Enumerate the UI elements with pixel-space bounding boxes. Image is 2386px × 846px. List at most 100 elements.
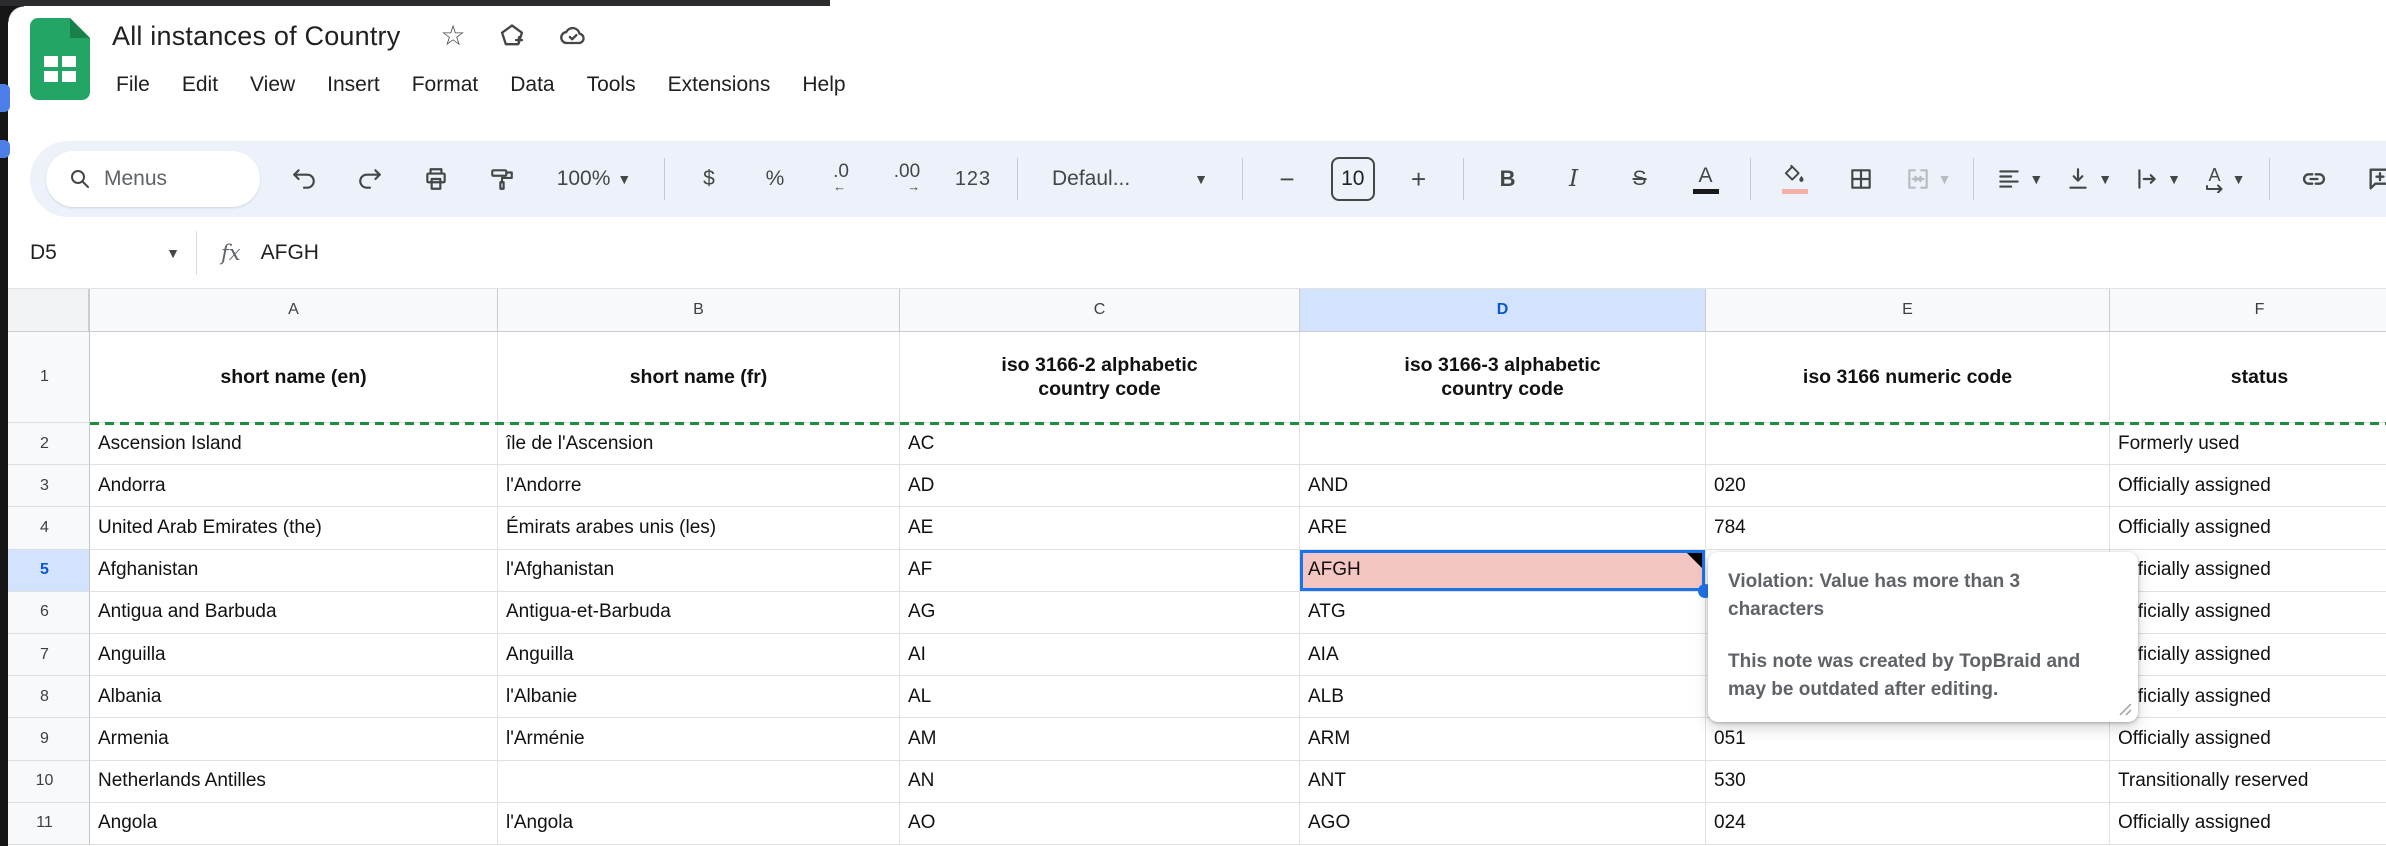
column-header-D[interactable]: D: [1300, 288, 1706, 332]
cell-C9[interactable]: AM: [900, 718, 1300, 761]
cell-E4[interactable]: 784: [1706, 507, 2110, 550]
menu-file[interactable]: File: [100, 68, 166, 102]
column-header-F[interactable]: F: [2110, 288, 2386, 332]
document-title[interactable]: All instances of Country: [112, 21, 400, 52]
cell-E3[interactable]: 020: [1706, 465, 2110, 508]
cell-D8[interactable]: ALB: [1300, 676, 1706, 719]
cell-E9[interactable]: 051: [1706, 718, 2110, 761]
font-size-input[interactable]: 10: [1331, 157, 1375, 201]
zoom-select[interactable]: 100% ▼: [546, 153, 642, 205]
column-header-A[interactable]: A: [90, 288, 498, 332]
cell-B10[interactable]: [498, 760, 900, 803]
row-header-9[interactable]: 9: [0, 718, 90, 761]
row-header-2[interactable]: 2: [0, 423, 90, 466]
cell-A1[interactable]: short name (en): [90, 332, 498, 423]
column-header-B[interactable]: B: [498, 288, 900, 332]
merge-cells-button[interactable]: ▼: [1905, 153, 1951, 205]
menu-edit[interactable]: Edit: [166, 68, 234, 102]
menus-search-button[interactable]: Menus: [46, 151, 260, 207]
cell-A6[interactable]: Antigua and Barbuda: [90, 591, 498, 634]
cell-C1[interactable]: iso 3166-2 alphabetic country code: [900, 332, 1300, 423]
star-icon[interactable]: ☆: [440, 22, 465, 50]
cell-D9[interactable]: ARM: [1300, 718, 1706, 761]
cell-D7[interactable]: AIA: [1300, 633, 1706, 677]
name-box[interactable]: D5 ▼: [30, 241, 180, 265]
increase-font-size-button[interactable]: +: [1397, 153, 1441, 205]
cell-D3[interactable]: AND: [1300, 465, 1706, 508]
cell-F10[interactable]: Transitionally reserved: [2110, 760, 2386, 803]
cell-F9[interactable]: Officially assigned: [2110, 718, 2386, 761]
cell-F5[interactable]: Officially assigned: [2110, 549, 2386, 592]
menu-extensions[interactable]: Extensions: [652, 68, 787, 102]
cell-A2[interactable]: Ascension Island: [90, 423, 498, 466]
horizontal-align-button[interactable]: ▼: [1996, 153, 2043, 205]
row-header-7[interactable]: 7: [0, 633, 90, 677]
cell-D5[interactable]: AFGH: [1300, 549, 1712, 598]
paint-format-button[interactable]: [480, 153, 524, 205]
decrease-decimal-button[interactable]: .0 ←: [819, 153, 863, 205]
cell-A5[interactable]: Afghanistan: [90, 549, 498, 592]
text-rotation-button[interactable]: A ▼: [2203, 153, 2247, 205]
cell-C8[interactable]: AL: [900, 676, 1300, 719]
cell-B9[interactable]: l'Arménie: [498, 718, 900, 761]
text-wrapping-button[interactable]: ▼: [2134, 153, 2181, 205]
cell-D10[interactable]: ANT: [1300, 760, 1706, 803]
select-all-corner[interactable]: [0, 288, 90, 332]
cell-D4[interactable]: ARE: [1300, 507, 1706, 550]
row-header-11[interactable]: 11: [0, 802, 90, 845]
cell-C7[interactable]: AI: [900, 633, 1300, 677]
undo-button[interactable]: [282, 153, 326, 205]
row-header-10[interactable]: 10: [0, 760, 90, 803]
strikethrough-button[interactable]: S: [1618, 153, 1662, 205]
cell-A11[interactable]: Angola: [90, 802, 498, 845]
cell-B1[interactable]: short name (fr): [498, 332, 900, 423]
note-resize-handle[interactable]: [2117, 701, 2133, 717]
cell-B2[interactable]: île de l'Ascension: [498, 423, 900, 466]
cell-D11[interactable]: AGO: [1300, 802, 1706, 845]
insert-comment-button[interactable]: [2358, 153, 2386, 205]
menu-insert[interactable]: Insert: [311, 68, 396, 102]
cell-E2[interactable]: [1706, 423, 2110, 466]
add-shortcut-icon[interactable]: [498, 22, 526, 50]
cell-C2[interactable]: AC: [900, 423, 1300, 466]
cell-F8[interactable]: Officially assigned: [2110, 676, 2386, 719]
cell-B4[interactable]: Émirats arabes unis (les): [498, 507, 900, 550]
increase-decimal-button[interactable]: .00 →: [885, 153, 929, 205]
menu-data[interactable]: Data: [494, 68, 570, 102]
formula-input[interactable]: AFGH: [261, 241, 319, 265]
vertical-align-button[interactable]: ▼: [2065, 153, 2112, 205]
cell-A4[interactable]: United Arab Emirates (the): [90, 507, 498, 550]
cell-C11[interactable]: AO: [900, 802, 1300, 845]
italic-button[interactable]: I: [1552, 153, 1596, 205]
cell-C5[interactable]: AF: [900, 549, 1300, 592]
cell-B7[interactable]: Anguilla: [498, 633, 900, 677]
cell-E10[interactable]: 530: [1706, 760, 2110, 803]
row-header-5[interactable]: 5: [0, 549, 90, 592]
cell-C10[interactable]: AN: [900, 760, 1300, 803]
insert-link-button[interactable]: [2292, 153, 2336, 205]
cell-A10[interactable]: Netherlands Antilles: [90, 760, 498, 803]
cell-A7[interactable]: Anguilla: [90, 633, 498, 677]
menu-view[interactable]: View: [234, 68, 311, 102]
menu-help[interactable]: Help: [786, 68, 861, 102]
cell-B5[interactable]: l'Afghanistan: [498, 549, 900, 592]
column-header-E[interactable]: E: [1706, 288, 2110, 332]
font-family-select[interactable]: Defaul... ▼: [1040, 153, 1220, 205]
cell-B11[interactable]: l'Angola: [498, 802, 900, 845]
format-percent-button[interactable]: %: [753, 153, 797, 205]
cell-C6[interactable]: AG: [900, 591, 1300, 634]
bold-button[interactable]: B: [1486, 153, 1530, 205]
cell-E11[interactable]: 024: [1706, 802, 2110, 845]
cell-C4[interactable]: AE: [900, 507, 1300, 550]
cell-D2[interactable]: [1300, 423, 1706, 466]
cell-F3[interactable]: Officially assigned: [2110, 465, 2386, 508]
cell-A3[interactable]: Andorra: [90, 465, 498, 508]
more-formats-button[interactable]: 123: [951, 153, 995, 205]
row-header-4[interactable]: 4: [0, 507, 90, 550]
column-header-C[interactable]: C: [900, 288, 1300, 332]
row-header-8[interactable]: 8: [0, 676, 90, 719]
cell-F1[interactable]: status: [2110, 332, 2386, 423]
cell-A9[interactable]: Armenia: [90, 718, 498, 761]
cell-F6[interactable]: Officially assigned: [2110, 591, 2386, 634]
cell-B8[interactable]: l'Albanie: [498, 676, 900, 719]
